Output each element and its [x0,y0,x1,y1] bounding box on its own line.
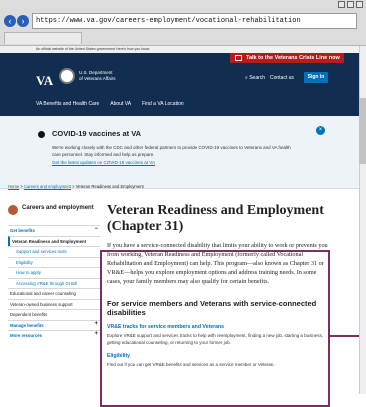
crisis-line-label: Talk to the Veterans Crisis Line now [246,55,340,61]
close-button[interactable] [356,1,363,8]
sidenav-item-manage[interactable]: Manage benefits + [8,319,100,331]
site-header: Talk to the Veterans Crisis Line now VA … [0,53,359,116]
breadcrumb-home[interactable]: Home [8,184,19,189]
expand-icon[interactable]: + [94,331,98,338]
highlight-connector [330,335,359,337]
gov-banner[interactable]: An official website of the United States… [0,46,359,53]
arrow-right-icon[interactable]: › [17,15,29,27]
browser-chrome: ‹ › https://www.va.gov/careers-employmen… [0,0,366,46]
sidenav-item-apply[interactable]: How to apply [8,267,100,278]
scrollbar-thumb[interactable] [359,98,366,164]
nav-benefits[interactable]: VA Benefits and Health Care [36,101,99,107]
breadcrumb-careers[interactable]: Careers and employment [24,184,71,189]
page-scrollbar[interactable] [359,46,366,394]
sidenav-item-gi-bill[interactable]: Accessing VR&E through GI Bill [8,277,100,289]
alert-title: COVID-19 vaccines at VA [52,129,142,138]
close-icon[interactable]: × [316,126,325,135]
phone-icon [235,55,242,61]
dept-line-2: of Veterans Affairs [79,76,116,81]
signin-button[interactable]: Sign in [304,72,328,83]
address-bar[interactable]: https://www.va.gov/careers-employment/vo… [32,13,357,29]
maximize-button[interactable] [347,1,354,8]
side-nav: Careers and employment Get benefits − Vet… [8,203,100,341]
crisis-line-button[interactable]: Talk to the Veterans Crisis Line now [230,53,344,63]
sidenav-item-eligibility[interactable]: Eligibility [8,256,100,268]
nav-find-location[interactable]: Find a VA Location [142,101,184,107]
sidenav-item-business[interactable]: Veteran-owned business support [8,298,100,310]
contact-link[interactable]: Contact us [270,75,294,81]
search-link[interactable]: ⌕ Search [245,75,265,81]
arrow-left-icon[interactable]: ‹ [4,15,16,27]
info-icon [38,131,45,138]
va-seal-icon [59,68,75,84]
sidenav-item-label: More resources [10,333,43,338]
sidenav-item-dependent[interactable]: Dependent benefits [8,309,100,320]
breadcrumb: Home > Careers and employment > Veteran … [8,184,144,189]
sidenav-item-vre[interactable]: Veteran Readiness and Employment [8,235,100,246]
window-controls [338,1,363,8]
alert-body: We're working closely with the CDC and o… [52,145,291,157]
alert-link[interactable]: Get the latest updates on COVID-19 vacci… [52,160,155,165]
sidenav-item-label: Manage benefits [10,322,44,328]
page-title: Veteran Readiness and Employment (Chapte… [107,203,324,234]
sidenav-item-label: Get benefits [10,228,35,233]
covid-alert: COVID-19 vaccines at VA We're working cl… [0,116,359,189]
sidenav-item-counseling[interactable]: Educational and career counseling [8,288,100,299]
sidenav-item-support[interactable]: Support and services tools [8,246,100,257]
breadcrumb-current: Veteran Readiness and Employment [75,184,144,189]
collapse-icon[interactable]: − [94,226,98,233]
dept-name: U.S. Department of Veterans Affairs [79,70,115,82]
minimize-button[interactable] [338,1,345,8]
browser-tab[interactable] [4,32,82,44]
briefcase-icon [8,205,18,215]
sidenav-header: Careers and employment [8,203,100,225]
expand-icon[interactable]: + [94,321,98,328]
va-logo[interactable]: VA [36,73,53,89]
sidenav-item-more[interactable]: More resources + [8,330,100,341]
main-nav: VA Benefits and Health Care About VA Fin… [36,101,184,107]
search-label: Search [249,75,266,81]
sidenav-title: Careers and employment [22,205,94,211]
highlight-box [100,250,330,407]
sidenav-item-get-benefits[interactable]: Get benefits − [8,225,100,236]
nav-about[interactable]: About VA [110,101,131,107]
